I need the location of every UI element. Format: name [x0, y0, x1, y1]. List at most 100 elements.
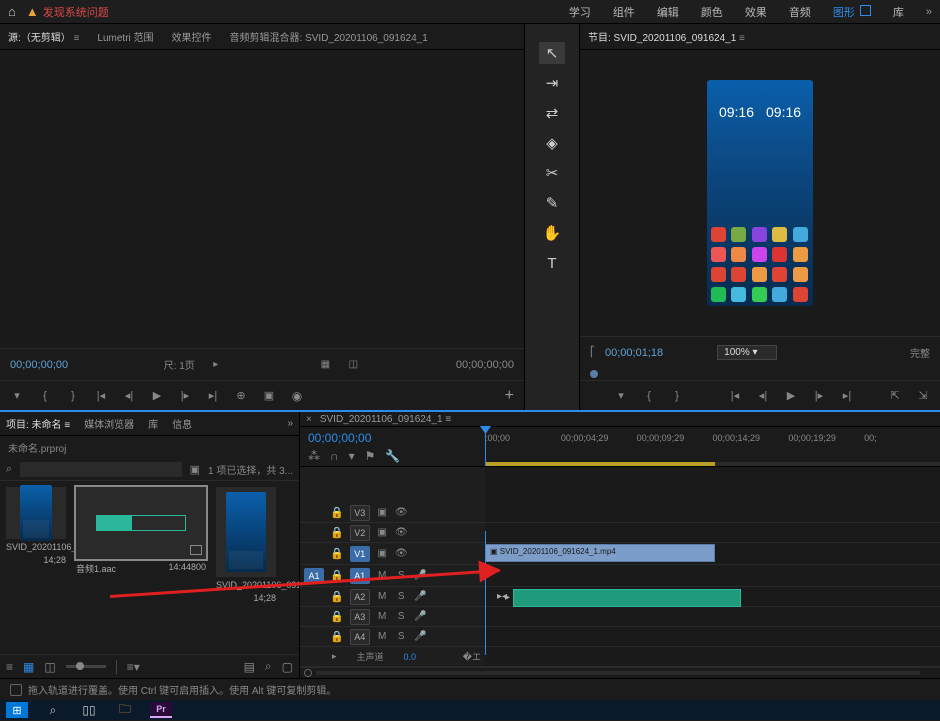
overwrite-button[interactable]: ▣ — [262, 389, 276, 403]
workspace-library[interactable]: 库 — [893, 4, 904, 20]
marker-button[interactable]: ▾ — [614, 389, 628, 403]
step-back-button[interactable]: ◂| — [122, 389, 136, 403]
timeline-settings-button[interactable]: ⚑ — [365, 449, 376, 463]
zoom-out-button[interactable] — [304, 669, 312, 677]
mute-button[interactable]: M — [376, 591, 389, 602]
track-lane-v1[interactable]: ▣ SVID_20201106_091624_1.mp4 — [485, 543, 940, 565]
program-zoom-select[interactable]: 100% ▾ — [717, 345, 776, 360]
voice-over-icon[interactable]: 🎤 — [414, 591, 427, 602]
mute-button[interactable]: M — [376, 570, 389, 581]
solo-button[interactable]: S — [395, 591, 408, 602]
mark-in-button[interactable]: { — [642, 389, 656, 403]
tab-media-browser[interactable]: 媒体浏览器 — [84, 416, 134, 431]
track-lane-a4[interactable] — [485, 627, 940, 647]
tab-effect-controls[interactable]: 效果控件 — [170, 25, 214, 48]
track-header-a4[interactable]: 🔒A4MS🎤 — [300, 627, 485, 647]
workspace-effects[interactable]: 效果 — [745, 4, 767, 20]
scrubber-playhead[interactable] — [590, 370, 598, 378]
mark-out-button[interactable]: } — [66, 389, 80, 403]
linked-selection-button[interactable]: ∩ — [330, 449, 339, 463]
eye-icon[interactable]: 👁 — [395, 507, 408, 518]
premiere-taskbar-icon[interactable]: Pr — [150, 702, 172, 718]
lift-button[interactable]: ⇱ — [888, 389, 902, 403]
go-to-in-button[interactable]: |◂ — [94, 389, 108, 403]
lock-icon[interactable]: 🔒 — [330, 526, 344, 539]
sync-lock-icon[interactable]: ▣ — [376, 527, 389, 538]
insert-button[interactable]: ⊕ — [234, 389, 248, 403]
workspace-assembly[interactable]: 组件 — [613, 4, 635, 20]
track-lane-v2[interactable] — [485, 523, 940, 543]
mark-out-button[interactable]: } — [670, 389, 684, 403]
rate-stretch-tool[interactable]: ◈ — [539, 132, 565, 154]
source-patch-a1[interactable]: A1 — [304, 568, 324, 584]
file-explorer-icon[interactable]: 🗀 — [114, 702, 136, 718]
tab-info[interactable]: 信息 — [172, 416, 192, 431]
bin-icon[interactable]: ▣ — [190, 463, 200, 476]
chevron-right-icon[interactable]: ▸ — [209, 358, 223, 372]
extract-button[interactable]: ⇲ — [916, 389, 930, 403]
step-forward-button[interactable]: |▸ — [812, 389, 826, 403]
eye-icon[interactable]: 👁 — [395, 548, 408, 559]
workspace-learn[interactable]: 学习 — [569, 4, 591, 20]
track-header-master[interactable]: ▸主声道0.0�エ — [300, 647, 485, 667]
new-bin-button[interactable]: ▢ — [282, 660, 293, 674]
bin-item-audio[interactable]: 音频1.aac14:44800 — [76, 487, 206, 603]
selection-tool[interactable]: ↖ — [539, 42, 565, 64]
timeline-tracks[interactable]: ▣ SVID_20201106_091624_1.mp4 ▸◂ — [485, 467, 940, 667]
snap-button[interactable]: ⁂ — [308, 449, 320, 463]
scroll-handle[interactable] — [924, 668, 936, 678]
add-marker-button[interactable]: ▾ — [349, 449, 355, 463]
timeline-ruler[interactable]: :00;00 00;00;04;29 00;00;09;29 00;00;14;… — [485, 427, 940, 466]
step-forward-button[interactable]: |▸ — [178, 389, 192, 403]
icon-view-button[interactable]: ▦ — [23, 660, 34, 674]
sync-lock-icon[interactable]: ▣ — [376, 548, 389, 559]
tab-libraries[interactable]: 库 — [148, 416, 158, 431]
source-resolution-icon[interactable]: ▦ — [318, 358, 332, 372]
wrench-icon[interactable]: 🔧 — [385, 449, 400, 463]
marker-button[interactable]: ▾ — [10, 389, 24, 403]
step-back-button[interactable]: ◂| — [756, 389, 770, 403]
lock-icon[interactable]: 🔒 — [330, 506, 344, 519]
task-view-icon[interactable]: ▯▯ — [78, 702, 100, 718]
lock-icon[interactable]: 🔒 — [330, 630, 344, 643]
voice-over-icon[interactable]: 🎤 — [414, 631, 427, 642]
workspace-color[interactable]: 颜色 — [701, 4, 723, 20]
mute-button[interactable]: M — [376, 611, 389, 622]
source-timecode-left[interactable]: 00;00;00;00 — [10, 359, 68, 371]
mute-button[interactable]: M — [376, 631, 389, 642]
lock-icon[interactable]: 🔒 — [330, 610, 344, 623]
track-header-a2[interactable]: 🔒A2MS🎤 — [300, 587, 485, 607]
search-icon[interactable]: ⌕ — [42, 702, 64, 718]
type-tool[interactable]: T — [539, 252, 565, 274]
solo-button[interactable]: S — [395, 631, 408, 642]
lock-icon[interactable]: 🔒 — [330, 590, 344, 603]
track-header-v1[interactable]: 🔒V1▣👁 — [300, 543, 485, 565]
work-area-bar[interactable] — [485, 462, 715, 466]
source-settings-icon[interactable]: ◫ — [346, 358, 360, 372]
project-bins[interactable]: SVID_20201106_0916... 14;28 音频1.aac14:44… — [0, 481, 299, 654]
find-button[interactable]: ⌕ — [265, 659, 272, 674]
track-lane-v3[interactable] — [485, 503, 940, 523]
timeline-horizontal-scroll[interactable] — [300, 667, 940, 678]
home-icon[interactable]: ⌂ — [8, 4, 16, 19]
track-header-v2[interactable]: 🔒V2▣👁 — [300, 523, 485, 543]
track-lane-a2[interactable]: ▸◂ — [485, 587, 940, 607]
freeform-view-button[interactable]: ◫ — [44, 660, 55, 674]
tab-project[interactable]: 项目: 未命名 ≡ — [6, 416, 70, 431]
track-select-tool[interactable]: ⇥ — [539, 72, 565, 94]
mark-in-button[interactable]: { — [38, 389, 52, 403]
program-full-label[interactable]: 完整 — [910, 345, 930, 360]
sync-lock-icon[interactable]: ▣ — [376, 507, 389, 518]
bin-item-video[interactable]: SVID_20201106_0916... 14;28 — [216, 487, 276, 603]
eye-icon[interactable]: 👁 — [395, 527, 408, 538]
chevrons-icon[interactable]: » — [926, 6, 932, 18]
search-input[interactable] — [20, 462, 181, 477]
pen-tool[interactable]: ✎ — [539, 192, 565, 214]
play-button[interactable]: ▶ — [150, 389, 164, 403]
play-button[interactable]: ▶ — [784, 389, 798, 403]
program-scrubber[interactable] — [580, 368, 940, 380]
audio-clip-drop[interactable] — [513, 589, 741, 607]
timeline-timecode[interactable]: 00;00;00;00 — [308, 431, 477, 445]
voice-over-icon[interactable]: 🎤 — [414, 570, 427, 581]
program-viewer[interactable]: 09:16 09:16 — [580, 50, 940, 336]
